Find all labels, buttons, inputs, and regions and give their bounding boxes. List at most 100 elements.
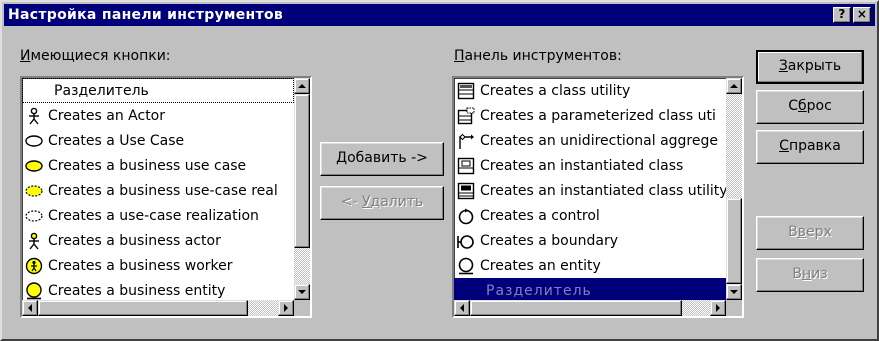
scroll-right-button[interactable] <box>710 300 726 316</box>
list-item[interactable]: Creates a control <box>454 203 726 228</box>
arrow-down-icon <box>730 290 738 294</box>
hscroll-thumb[interactable] <box>470 300 682 316</box>
separator-item[interactable]: Разделитель <box>22 78 294 103</box>
help-title-button[interactable]: ? <box>833 7 851 23</box>
accel-char: н <box>801 266 812 282</box>
control-icon <box>456 207 476 225</box>
list-item-label: Creates an Actor <box>48 107 166 124</box>
list-item-label: Creates a business use case <box>48 157 247 174</box>
scroll-down-button[interactable] <box>294 284 310 300</box>
arrow-up-icon <box>298 84 306 88</box>
list-item-label: Creates an entity <box>480 257 601 274</box>
accel-char: И <box>20 48 31 64</box>
move-down-button[interactable]: Вниз <box>756 258 864 292</box>
list-item-label: Creates an unidirectional aggrege <box>480 132 718 149</box>
vertical-scrollbar[interactable] <box>294 78 310 300</box>
hscroll-thumb[interactable] <box>38 300 248 316</box>
button-text: из <box>811 266 828 282</box>
list-item[interactable]: Creates a parameterized class uti <box>454 103 726 128</box>
use-case-realization-icon <box>24 207 44 225</box>
actor-icon <box>24 107 44 125</box>
list-item-label: Creates an instantiated class utility <box>480 182 726 199</box>
scroll-up-button[interactable] <box>726 78 742 94</box>
accel-char: в <box>797 224 807 240</box>
button-text: рос <box>806 98 832 114</box>
arrow-up-icon <box>730 84 738 88</box>
list-item-label: Creates an instantiated class <box>480 157 684 174</box>
use-case-icon <box>24 132 44 150</box>
close-title-button[interactable]: × <box>853 7 871 23</box>
list-item[interactable]: Creates an instantiated class <box>454 153 726 178</box>
list-item[interactable]: Creates an entity <box>454 253 726 278</box>
business-entity-icon <box>24 281 44 300</box>
scroll-right-button[interactable] <box>278 300 294 316</box>
accel-char: Д <box>336 150 348 166</box>
available-buttons-label: Имеющиеся кнопки: <box>20 48 171 64</box>
business-use-case-icon <box>24 157 44 175</box>
scroll-thumb[interactable] <box>294 94 310 248</box>
scroll-left-button[interactable] <box>22 300 38 316</box>
boundary-icon <box>456 232 476 250</box>
business-actor-icon <box>24 232 44 250</box>
move-up-button[interactable]: Вверх <box>756 216 864 250</box>
list-item[interactable]: Creates a business use-case real <box>22 178 294 203</box>
instantiated-class-utility-icon <box>456 182 476 200</box>
list-item-label: Creates a class utility <box>480 82 631 99</box>
list-item-label: Разделитель <box>54 82 149 99</box>
business-use-case-realization-icon <box>24 182 44 200</box>
aggregation-icon <box>456 132 476 150</box>
list-item[interactable]: Creates an unidirectional aggrege <box>454 128 726 153</box>
button-text: <- <box>340 194 362 210</box>
list-item[interactable]: Creates a use-case realization <box>22 203 294 228</box>
arrow-right-icon <box>284 304 288 312</box>
button-text: далить <box>370 194 424 210</box>
title-bar: Настройка панели инструментов ? × <box>4 4 875 26</box>
available-buttons-list[interactable]: Разделитель Creates an Actor Creates a Use… <box>20 76 312 318</box>
list-item-label: Creates a business entity <box>48 282 226 299</box>
list-item-label: Разделитель <box>486 282 592 299</box>
list-item[interactable]: Creates a business worker <box>22 253 294 278</box>
remove-button[interactable]: <- Удалить <box>320 186 444 220</box>
class-utility-icon <box>456 82 476 100</box>
instantiated-class-icon <box>456 157 476 175</box>
parameterized-class-icon <box>456 107 476 125</box>
list-item[interactable]: Creates a business use case <box>22 153 294 178</box>
list-item[interactable]: Creates a Use Case <box>22 128 294 153</box>
list-item[interactable]: Creates a class utility <box>454 78 726 103</box>
list-item[interactable]: Creates a business actor <box>22 228 294 253</box>
help-button[interactable]: Справка <box>756 130 864 164</box>
scroll-thumb[interactable] <box>726 198 742 284</box>
list-item[interactable]: Creates an Actor <box>22 103 294 128</box>
scroll-up-button[interactable] <box>294 78 310 94</box>
vertical-scrollbar[interactable] <box>726 78 742 300</box>
list-item-label: Creates a use-case realization <box>48 207 259 224</box>
business-worker-icon <box>24 257 44 275</box>
horizontal-scrollbar[interactable] <box>22 300 294 316</box>
arrow-left-icon <box>28 304 32 312</box>
customize-toolbar-dialog: Настройка панели инструментов ? × Имеющи… <box>0 0 879 341</box>
window-title: Настройка панели инструментов <box>8 7 284 23</box>
button-text: В <box>792 266 802 282</box>
label-text: анель инструментов: <box>464 48 622 64</box>
list-item[interactable]: Creates an instantiated class utility <box>454 178 726 203</box>
reset-button[interactable]: Сброс <box>756 90 864 124</box>
button-text: правка <box>788 138 841 154</box>
close-button[interactable]: Закрыть <box>756 50 864 84</box>
scroll-left-button[interactable] <box>454 300 470 316</box>
scroll-corner <box>726 300 742 316</box>
accel-char: З <box>778 58 788 74</box>
button-text: акрыть <box>787 58 842 74</box>
accel-char: У <box>361 194 371 210</box>
toolbar-buttons-list[interactable]: Creates a class utility Creates a paramet… <box>452 76 744 318</box>
list-item-label: Creates a boundary <box>480 232 618 249</box>
horizontal-scrollbar[interactable] <box>454 300 726 316</box>
list-item-label: Creates a business worker <box>48 257 233 274</box>
list-item-label: Creates a Use Case <box>48 132 185 149</box>
add-button[interactable]: Добавить -> <box>320 142 444 176</box>
list-item-label: Creates a parameterized class uti <box>480 107 716 124</box>
list-item[interactable]: Creates a boundary <box>454 228 726 253</box>
scroll-down-button[interactable] <box>726 284 742 300</box>
accel-char: С <box>779 138 789 154</box>
accel-char: б <box>797 98 807 114</box>
label-text: меющиеся кнопки: <box>30 48 171 64</box>
